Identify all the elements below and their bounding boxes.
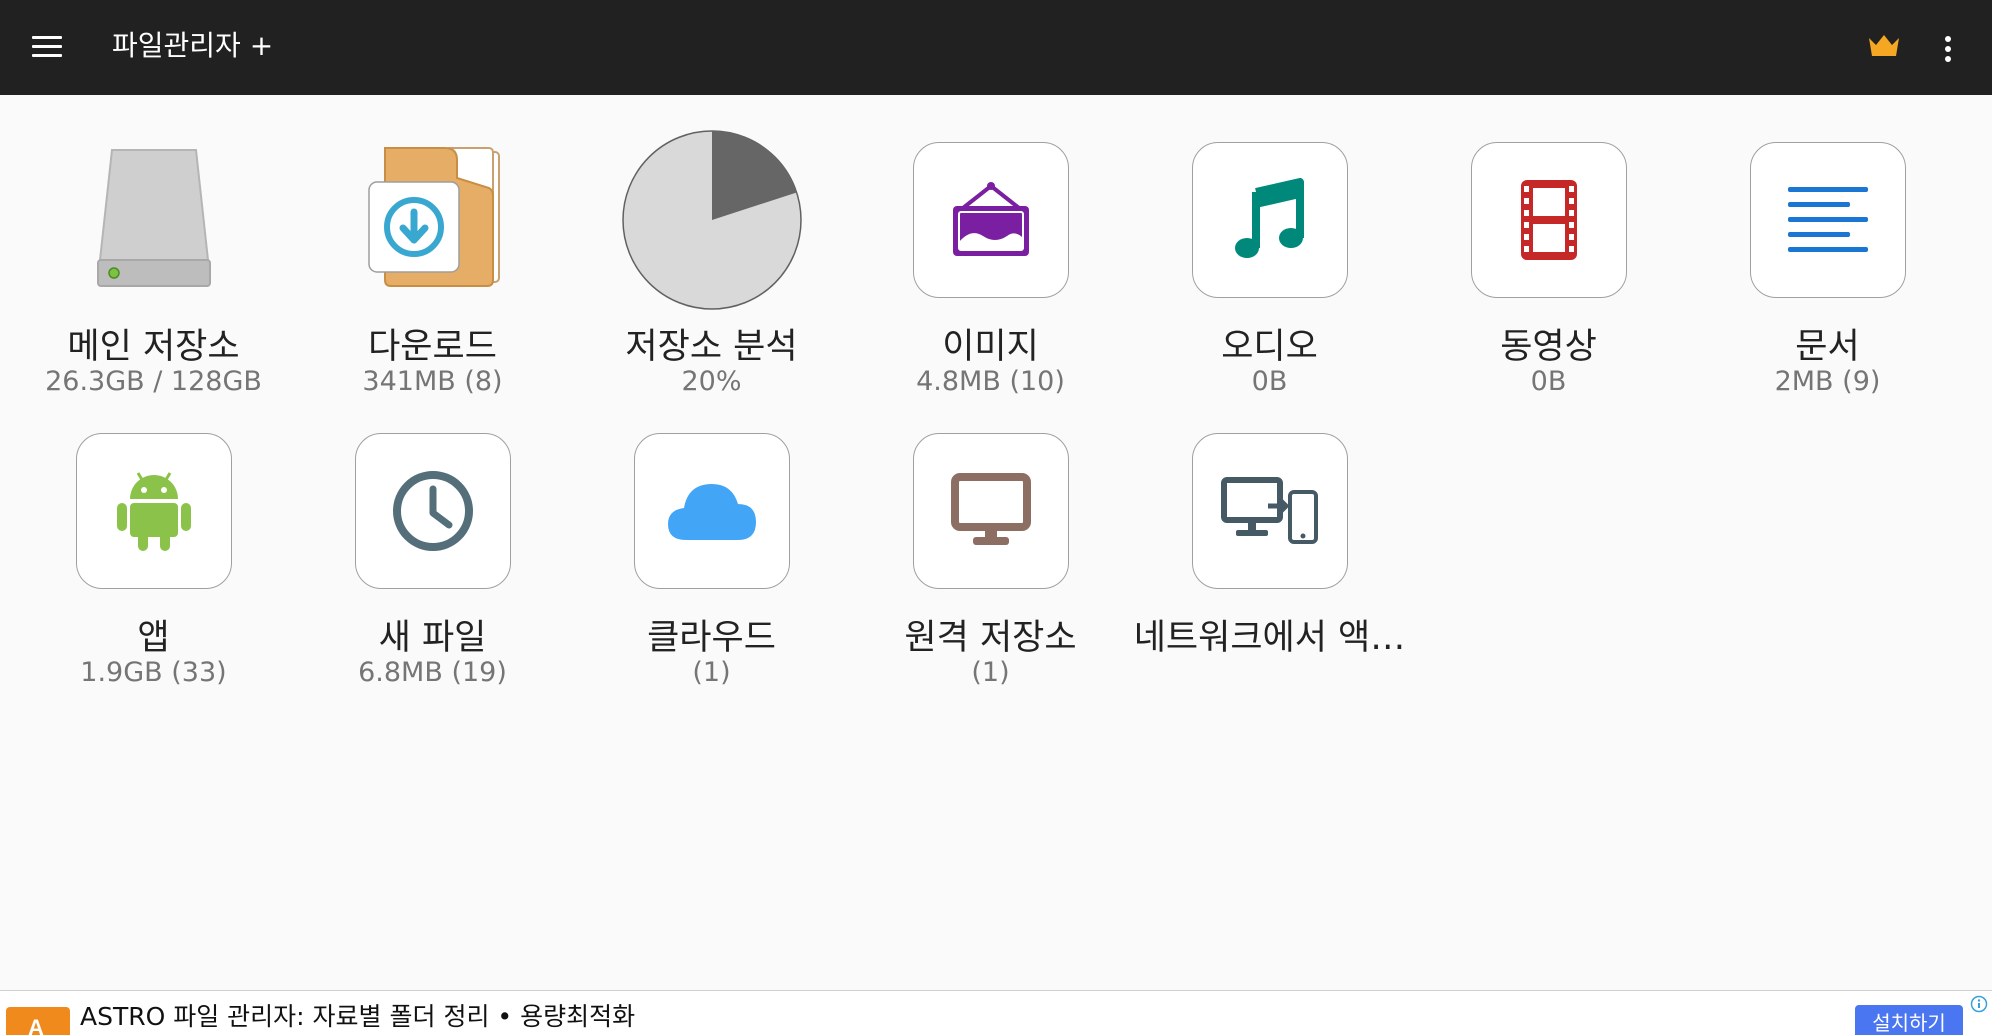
app-title: 파일관리자 + xyxy=(112,29,274,62)
category-label: 앱 xyxy=(137,618,170,658)
ad-banner[interactable]: A ASTRO 파일 관리자: 자료별 폴더 정리 • 용량최적화 설치하기 xyxy=(0,990,1992,1035)
category-count: (1) xyxy=(971,657,1010,688)
astro-app-logo-icon: A xyxy=(6,1007,70,1035)
category-apps[interactable]: 앱 1.9GB (33) xyxy=(14,421,293,688)
category-documents[interactable]: 문서 2MB (9) xyxy=(1688,130,1967,397)
category-size: 2MB (9) xyxy=(1774,366,1881,397)
category-size: 0B xyxy=(1251,366,1288,397)
category-storage-analysis[interactable]: 저장소 분석 20% xyxy=(572,130,851,397)
category-audio[interactable]: 오디오 0B xyxy=(1130,130,1409,397)
category-count: (1) xyxy=(692,657,731,688)
download-folder-icon xyxy=(341,130,525,314)
category-cloud[interactable]: 클라우드 (1) xyxy=(572,421,851,688)
music-note-icon xyxy=(1192,142,1348,298)
app-bar: 파일관리자 + xyxy=(0,0,1992,95)
category-label: 문서 xyxy=(1795,327,1860,367)
image-frame-icon xyxy=(913,142,1069,298)
category-label: 다운로드 xyxy=(368,327,497,367)
category-remote-storage[interactable]: 원격 저장소 (1) xyxy=(851,421,1130,688)
category-size: 0B xyxy=(1530,366,1567,397)
category-label: 원격 저장소 xyxy=(904,618,1077,658)
more-vertical-icon[interactable] xyxy=(1930,28,1966,68)
ad-install-button[interactable]: 설치하기 xyxy=(1855,1005,1963,1035)
category-network-access[interactable]: 네트워크에서 액… xyxy=(1130,421,1409,681)
category-size: 341MB (8) xyxy=(362,366,503,397)
monitor-icon xyxy=(913,433,1069,589)
crown-icon[interactable] xyxy=(1866,28,1906,68)
clock-icon xyxy=(355,433,511,589)
category-recent-files[interactable]: 새 파일 6.8MB (19) xyxy=(293,421,572,688)
ad-info-icon[interactable] xyxy=(1970,995,1988,1013)
category-size: 26.3GB / 128GB xyxy=(45,366,262,397)
category-size: 6.8MB (19) xyxy=(358,657,507,688)
category-images[interactable]: 이미지 4.8MB (10) xyxy=(851,130,1130,397)
category-label: 새 파일 xyxy=(378,618,487,658)
category-size: 4.8MB (10) xyxy=(916,366,1065,397)
category-downloads[interactable]: 다운로드 341MB (8) xyxy=(293,130,572,397)
hamburger-menu-icon[interactable] xyxy=(24,24,70,70)
category-label: 메인 저장소 xyxy=(67,327,240,367)
pie-chart-icon xyxy=(620,130,804,314)
category-videos[interactable]: 동영상 0B xyxy=(1409,130,1688,397)
film-strip-icon xyxy=(1471,142,1627,298)
ad-text: ASTRO 파일 관리자: 자료별 폴더 정리 • 용량최적화 xyxy=(80,1002,636,1031)
category-label: 클라우드 xyxy=(647,618,776,658)
category-label: 네트워크에서 액… xyxy=(1133,618,1406,658)
category-label: 이미지 xyxy=(942,327,1039,367)
android-icon xyxy=(76,433,232,589)
category-main-storage[interactable]: 메인 저장소 26.3GB / 128GB xyxy=(14,130,293,397)
category-label: 저장소 분석 xyxy=(625,327,798,367)
category-label: 동영상 xyxy=(1500,327,1597,367)
category-label: 오디오 xyxy=(1221,327,1318,367)
hard-drive-icon xyxy=(62,130,246,314)
document-lines-icon xyxy=(1750,142,1906,298)
network-devices-icon xyxy=(1192,433,1348,589)
category-size: 1.9GB (33) xyxy=(80,657,227,688)
cloud-icon xyxy=(634,433,790,589)
category-percent: 20% xyxy=(681,366,742,397)
